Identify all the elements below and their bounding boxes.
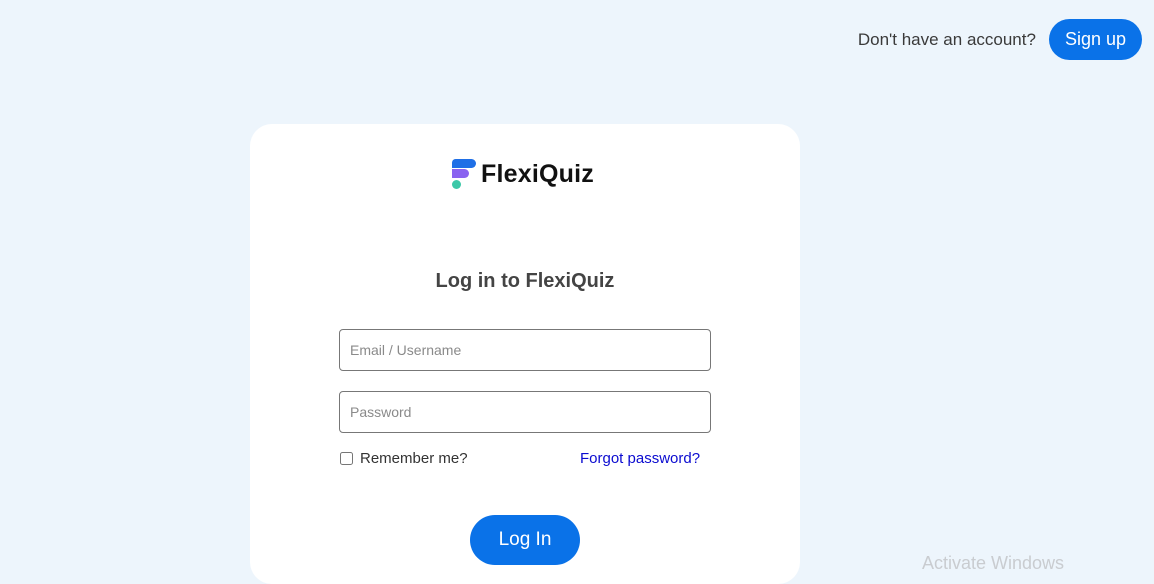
flexiquiz-logo-icon bbox=[451, 158, 477, 190]
logo-wordmark: FlexiQuiz bbox=[481, 159, 594, 188]
login-card: FlexiQuiz Log in to FlexiQuiz Remember m… bbox=[250, 124, 800, 584]
activate-windows-watermark: Activate Windows bbox=[922, 553, 1065, 573]
password-input[interactable] bbox=[339, 391, 711, 433]
remember-me[interactable]: Remember me? bbox=[339, 450, 468, 467]
account-prompt: Don't have an account? bbox=[857, 29, 1036, 49]
flexiquiz-logo: FlexiQuiz bbox=[451, 158, 594, 190]
sign-up-button[interactable]: Sign up bbox=[1048, 19, 1142, 60]
top-bar: Don't have an account? Sign up bbox=[858, 19, 1142, 60]
login-button[interactable]: Log In bbox=[470, 515, 580, 565]
page-title: Log in to FlexiQuiz bbox=[435, 270, 615, 292]
forgot-password-link[interactable]: Forgot password? bbox=[580, 450, 700, 467]
remember-me-label[interactable]: Remember me? bbox=[360, 450, 468, 467]
email-username-input[interactable] bbox=[339, 329, 711, 371]
remember-me-checkbox[interactable] bbox=[340, 452, 353, 465]
